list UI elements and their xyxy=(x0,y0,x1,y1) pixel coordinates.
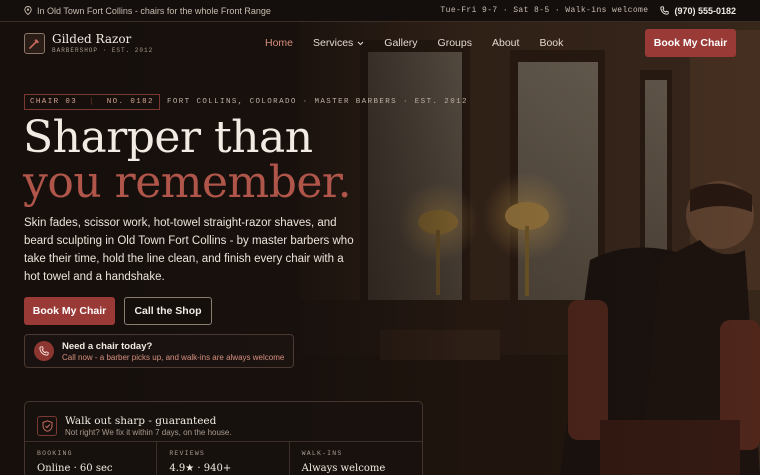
nav-item-services-label: Services xyxy=(313,37,354,49)
brand-name: Gilded Razor xyxy=(52,31,132,46)
headline-line-1: Sharper than xyxy=(23,112,313,163)
nav-item-book[interactable]: Book xyxy=(539,37,563,49)
stat-value: Always welcome xyxy=(301,463,386,474)
phone-icon xyxy=(34,341,54,361)
chair-tag-chair: CHAIR 03 xyxy=(30,98,78,106)
hours-text: Tue-Fri 9-7 · Sat 8-5 · Walk-ins welcome xyxy=(440,6,649,15)
stat-label: BOOKING xyxy=(37,450,73,457)
top-info-bar: In Old Town Fort Collins - chairs for th… xyxy=(0,0,760,22)
location-pin-icon xyxy=(24,6,32,15)
eyebrow-text: FORT COLLINS, COLORADO · MASTER BARBERS … xyxy=(166,98,468,106)
shield-check-icon xyxy=(37,415,57,436)
nav-book-button[interactable]: Book My Chair xyxy=(645,29,736,57)
stat-label: WALK-INS xyxy=(301,450,343,457)
guarantee-card: Walk out sharp - guaranteed Not right? W… xyxy=(24,401,423,475)
stat-walk-ins: WALK-INS Always welcome xyxy=(290,442,422,475)
call-callout[interactable]: Need a chair today? Call now - a barber … xyxy=(24,334,294,368)
headline-line-2: you remember. xyxy=(23,157,352,208)
stat-booking: BOOKING Online · 60 sec xyxy=(25,442,158,475)
chair-tag: CHAIR 03 | NO. 0182 xyxy=(24,94,160,110)
main-nav: Gilded Razor BARBERSHOP · EST. 2012 Home… xyxy=(0,22,760,64)
nav-item-gallery[interactable]: Gallery xyxy=(384,37,417,49)
location-text: In Old Town Fort Collins - chairs for th… xyxy=(37,5,271,16)
stat-value: Online · 60 sec xyxy=(37,463,113,474)
nav-menu: Home Services Gallery Groups About Book xyxy=(265,22,563,64)
hero-lead-text: Skin fades, scissor work, hot-towel stra… xyxy=(24,217,354,283)
guarantee-subtitle: Not right? We fix it within 7 days, on t… xyxy=(65,427,232,437)
hero-eyebrow: CHAIR 03 | NO. 0182 FORT COLLINS, COLORA… xyxy=(24,94,468,110)
stat-label: REVIEWS xyxy=(169,450,206,457)
chevron-down-icon xyxy=(357,41,364,45)
phone-icon xyxy=(660,6,670,15)
phone-link[interactable]: (970) 555-0182 xyxy=(660,6,736,16)
stat-reviews: REVIEWS 4.9★ · 940+ xyxy=(157,442,290,475)
guarantee-title: Walk out sharp - guaranteed xyxy=(65,414,217,427)
guarantee-header: Walk out sharp - guaranteed Not right? W… xyxy=(25,402,422,442)
book-chair-button[interactable]: Book My Chair xyxy=(24,297,115,325)
call-shop-button[interactable]: Call the Shop xyxy=(124,297,212,325)
brand-tagline: BARBERSHOP · EST. 2012 xyxy=(52,46,154,54)
razor-icon xyxy=(24,32,45,54)
chair-tag-number: NO. 0182 xyxy=(106,98,154,106)
call-callout-subtitle: Call now - a barber picks up, and walk-i… xyxy=(62,352,285,362)
stats-row: BOOKING Online · 60 sec REVIEWS 4.9★ · 9… xyxy=(25,442,422,475)
nav-item-groups[interactable]: Groups xyxy=(438,37,472,49)
nav-item-home[interactable]: Home xyxy=(265,37,293,49)
nav-item-services[interactable]: Services xyxy=(313,37,364,49)
brand-logo[interactable]: Gilded Razor BARBERSHOP · EST. 2012 xyxy=(24,31,154,54)
stat-value: 4.9★ · 940+ xyxy=(169,463,232,474)
call-callout-title: Need a chair today? xyxy=(62,340,153,352)
phone-number: (970) 555-0182 xyxy=(674,5,736,16)
nav-item-about[interactable]: About xyxy=(492,37,519,49)
